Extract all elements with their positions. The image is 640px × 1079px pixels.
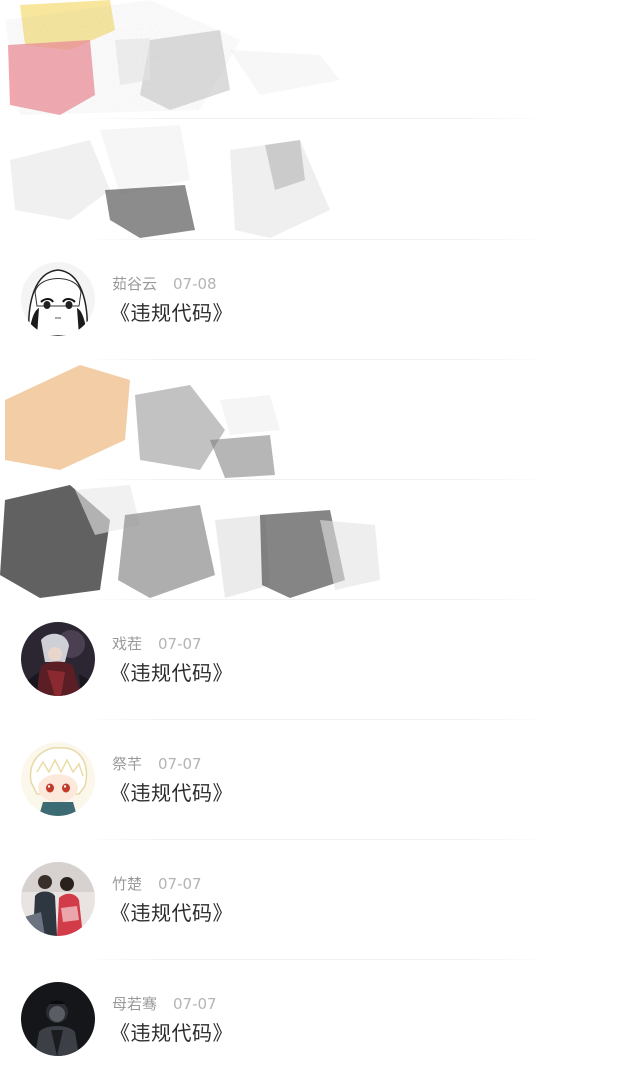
comment-item[interactable]: 茹谷云 07-08 《违规代码》 — [0, 240, 640, 360]
sketch-obscured-overlay — [5, 0, 340, 115]
comment-meta: 竹楚 07-07 — [112, 875, 202, 893]
comment-meta: 母若骞 07-07 — [112, 995, 217, 1013]
avatar[interactable] — [21, 982, 95, 1056]
comment-item-obscured[interactable] — [0, 360, 640, 480]
comment-text: 《违规代码》 — [110, 901, 233, 925]
comment-date: 07-07 — [173, 995, 217, 1013]
comment-item-obscured[interactable] — [0, 0, 640, 119]
username[interactable]: 竹楚 — [112, 875, 142, 893]
chibi-white-hair-avatar-icon — [21, 742, 95, 816]
comment-text: 《违规代码》 — [110, 301, 233, 325]
sketch-obscured-overlay — [10, 125, 330, 238]
username[interactable]: 祭芊 — [112, 755, 142, 773]
avatar[interactable] — [21, 262, 95, 336]
comment-feed: 茹谷云 07-08 《违规代码》 戏茬 07-07 《违规代码》 祭芊 07-0… — [0, 0, 640, 1064]
sketch-obscured-overlay — [5, 365, 280, 478]
comment-date: 07-08 — [173, 275, 217, 293]
comment-item[interactable]: 戏茬 07-07 《违规代码》 — [0, 600, 640, 720]
avatar[interactable] — [21, 862, 95, 936]
comment-item[interactable]: 祭芊 07-07 《违规代码》 — [0, 720, 640, 840]
comment-text: 《违规代码》 — [110, 661, 233, 685]
avatar[interactable] — [21, 622, 95, 696]
comment-item-obscured[interactable] — [0, 480, 640, 600]
username[interactable]: 茹谷云 — [112, 275, 157, 293]
comment-item[interactable]: 母若骞 07-07 《违规代码》 — [0, 960, 640, 1079]
dark-portrait-avatar-icon — [21, 982, 95, 1056]
comment-divider — [80, 118, 550, 119]
sketch-obscured-overlay — [0, 485, 380, 598]
comment-text: 《违规代码》 — [110, 781, 233, 805]
comment-date: 07-07 — [158, 635, 202, 653]
comment-meta: 茹谷云 07-08 — [112, 275, 217, 293]
username[interactable]: 戏茬 — [112, 635, 142, 653]
username[interactable]: 母若骞 — [112, 995, 157, 1013]
comment-item[interactable]: 竹楚 07-07 《违规代码》 — [0, 840, 640, 960]
comment-meta: 祭芊 07-07 — [112, 755, 202, 773]
comment-meta: 戏茬 07-07 — [112, 635, 202, 653]
comment-item-obscured[interactable] — [0, 120, 640, 240]
comment-date: 07-07 — [158, 755, 202, 773]
couple-photo-avatar-icon — [21, 862, 95, 936]
avatar[interactable] — [21, 742, 95, 816]
comment-date: 07-07 — [158, 875, 202, 893]
dark-anime-character-avatar-icon — [21, 622, 95, 696]
comment-text: 《违规代码》 — [110, 1021, 233, 1045]
manga-girl-avatar-icon — [21, 262, 95, 336]
